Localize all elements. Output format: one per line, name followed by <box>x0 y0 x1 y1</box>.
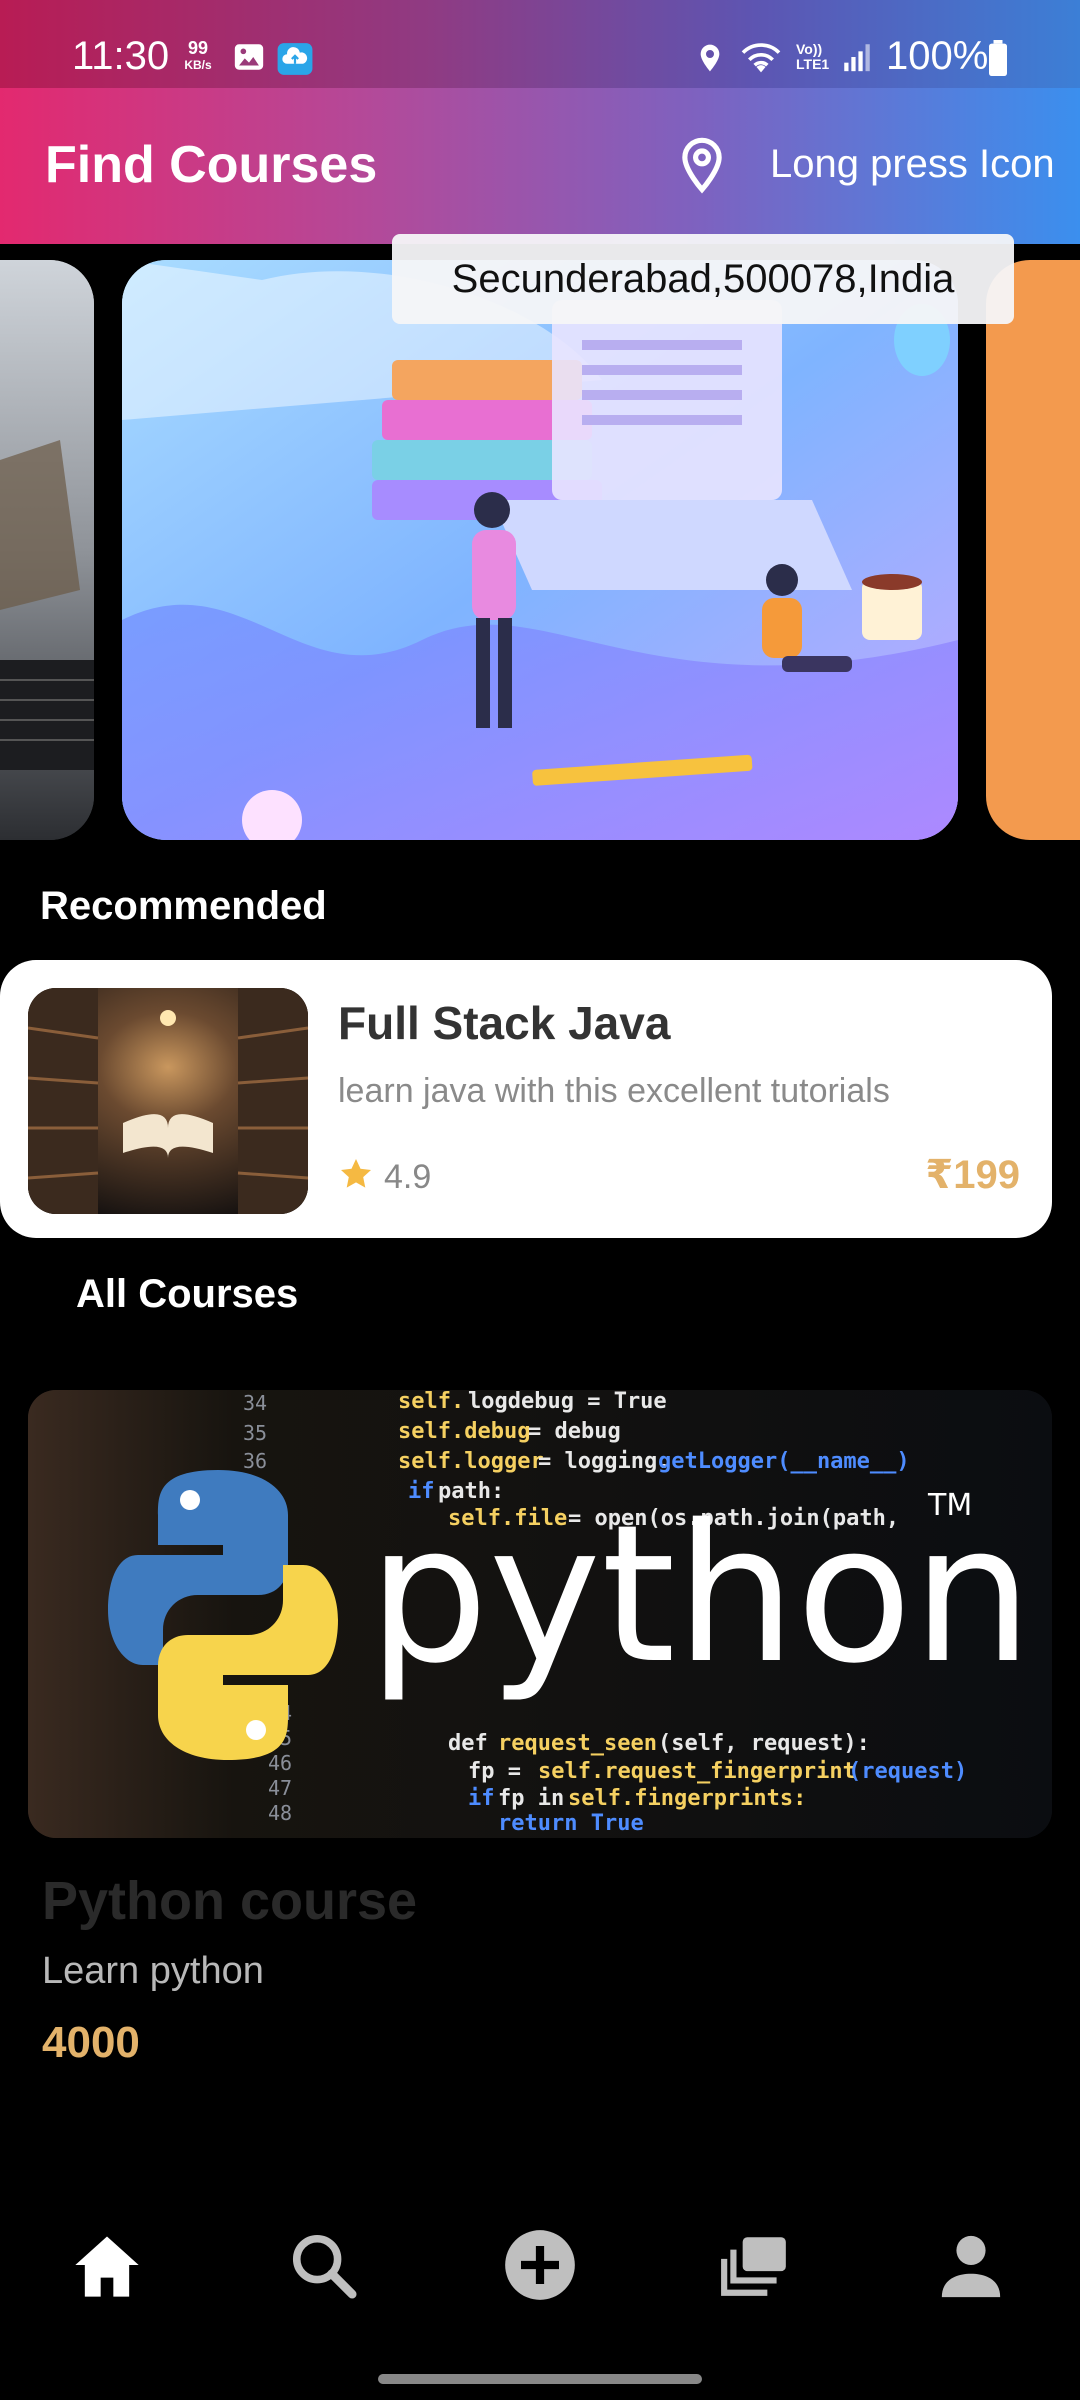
python-course-banner[interactable]: 34353637 4445464748 self.logdebug = True… <box>28 1390 1052 1838</box>
location-status-icon <box>694 40 726 81</box>
library-icon <box>721 2237 786 2296</box>
svg-text:return True: return True <box>498 1811 644 1836</box>
course-thumbnail <box>28 988 308 1214</box>
carousel-card-learning[interactable] <box>122 260 958 840</box>
carousel-card-next[interactable] <box>986 260 1080 840</box>
section-all-courses-label: All Courses <box>76 1272 299 1316</box>
svg-text:self.: self. <box>398 1390 464 1414</box>
bottom-navigation <box>0 2200 1080 2330</box>
home-indicator[interactable] <box>378 2374 702 2384</box>
status-time: 11:30 <box>72 34 170 78</box>
svg-text:self.fingerprints:: self.fingerprints: <box>568 1786 806 1811</box>
svg-text:fp in: fp in <box>498 1786 564 1811</box>
person-icon <box>941 2235 1001 2298</box>
recommended-course-card[interactable]: Full Stack Java learn java with this exc… <box>0 960 1052 1238</box>
svg-text:self.debug: self.debug <box>398 1419 530 1444</box>
svg-text:48: 48 <box>268 1801 292 1825</box>
screen: 11:30 99 KB/s Vo)) LTE1 100% Find Courses… <box>0 0 1080 2400</box>
status-bar: 11:30 99 KB/s Vo)) LTE1 100% <box>0 0 1080 88</box>
svg-text:= logging.: = logging. <box>538 1449 670 1474</box>
add-circle-icon <box>505 2230 575 2300</box>
battery-percent: 100% <box>886 34 989 78</box>
location-tooltip: Secunderabad,500078,India <box>392 234 1014 324</box>
network-speed: 99 KB/s <box>180 38 216 74</box>
svg-text:fp =: fp = <box>468 1759 521 1784</box>
svg-text:def: def <box>448 1731 488 1756</box>
svg-text:46: 46 <box>268 1751 292 1775</box>
svg-text:35: 35 <box>243 1421 267 1445</box>
course-description: learn java with this excellent tutorials <box>338 1072 890 1110</box>
nav-library[interactable] <box>700 2200 810 2330</box>
svg-text:= debug: = debug <box>528 1419 621 1444</box>
page-title: Find Courses <box>45 136 378 194</box>
nav-add[interactable] <box>485 2200 595 2330</box>
svg-text:36: 36 <box>243 1449 267 1473</box>
location-pin-icon[interactable] <box>676 136 728 201</box>
svg-text:if: if <box>468 1786 495 1811</box>
wifi-icon <box>738 40 784 81</box>
svg-text:request_seen: request_seen <box>498 1731 657 1756</box>
search-icon <box>292 2234 357 2299</box>
network-speed-value: 99 <box>187 38 209 58</box>
svg-text:self.logger: self.logger <box>398 1449 544 1474</box>
network-speed-unit: KB/s <box>184 58 212 72</box>
course-price-python: 4000 <box>42 2018 140 2067</box>
course-title-python[interactable]: Python course <box>42 1870 417 1932</box>
course-price: ₹199 <box>925 1153 1020 1197</box>
svg-text:getLogger(__name__): getLogger(__name__) <box>658 1449 910 1474</box>
svg-text:(self, request):: (self, request): <box>658 1731 870 1756</box>
battery-icon <box>986 40 1010 81</box>
nav-search[interactable] <box>268 2200 378 2330</box>
carousel-card-previous[interactable] <box>0 260 94 840</box>
cloud-upload-icon <box>276 40 314 83</box>
course-subtitle-python: Learn python <box>42 1950 264 1992</box>
signal-icon <box>840 40 874 79</box>
nav-home[interactable] <box>52 2200 162 2330</box>
nav-profile[interactable] <box>916 2200 1026 2330</box>
star-icon <box>338 1156 374 1197</box>
svg-text:logdebug = True: logdebug = True <box>468 1390 667 1414</box>
home-icon <box>75 2236 139 2297</box>
svg-text:47: 47 <box>268 1776 292 1800</box>
svg-text:34: 34 <box>243 1391 267 1415</box>
section-recommended-label: Recommended <box>40 884 327 928</box>
svg-text:(request): (request) <box>848 1759 967 1784</box>
course-rating: 4.9 <box>384 1158 432 1196</box>
gallery-icon <box>232 40 266 79</box>
svg-text:self.request_fingerprint: self.request_fingerprint <box>538 1759 856 1784</box>
location-hint[interactable]: Long press Icon <box>770 142 1055 187</box>
python-banner-tm: TM <box>927 1488 972 1523</box>
course-title: Full Stack Java <box>338 997 671 1049</box>
volte-icon: Vo)) LTE1 <box>796 41 830 72</box>
